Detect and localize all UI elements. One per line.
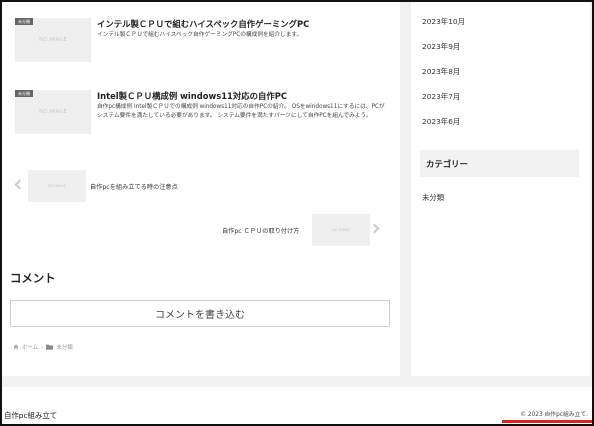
chevron-right-icon	[369, 223, 380, 234]
write-comment-button[interactable]: コメントを書き込む	[10, 300, 390, 327]
category-badge: 未分類	[15, 18, 33, 25]
archive-link[interactable]: 2023年8月	[422, 66, 582, 91]
comments-heading: コメント	[10, 271, 56, 285]
home-icon	[13, 344, 19, 350]
thumbnail-placeholder-text: NO IMAGE	[48, 184, 66, 188]
copyright-text: © 2023 自作pc組み立て.	[520, 412, 588, 418]
archive-link[interactable]: 2023年10月	[422, 16, 582, 41]
footer-site-name[interactable]: 自作pc組み立て	[4, 410, 57, 421]
prev-post-thumbnail: NO IMAGE	[28, 170, 86, 202]
next-post-thumbnail: NO IMAGE	[312, 214, 370, 246]
next-post-title[interactable]: 自作pc ＣＰＵの取り付け方	[222, 226, 299, 235]
archive-link[interactable]: 2023年9月	[422, 41, 582, 66]
breadcrumb-home[interactable]: ホーム	[22, 343, 38, 351]
thumbnail-placeholder-text: NO IMAGE	[39, 37, 67, 43]
prev-post-link[interactable]: NO IMAGE 自作pcを組み立てる時の注意点	[12, 170, 252, 202]
chevron-left-icon	[14, 179, 25, 190]
post-card[interactable]: NO IMAGE 未分類 Intel製ＣＰＵ構成例 windows11対応の自作…	[15, 90, 395, 136]
category-link[interactable]: 未分類	[422, 192, 444, 203]
main-content: NO IMAGE 未分類 インテル製ＣＰＵで組むハイスペック自作ゲーミングPC …	[2, 2, 400, 376]
post-excerpt: インテル製ＣＰＵで組むハイスペック自作ゲーミングPCの構成例を紹介します。	[97, 32, 303, 38]
post-title[interactable]: Intel製ＣＰＵ構成例 windows11対応の自作PC	[97, 90, 393, 102]
thumbnail-placeholder-text: NO IMAGE	[332, 228, 350, 232]
footer: 自作pc組み立て © 2023 自作pc組み立て.	[2, 387, 592, 424]
write-comment-label: コメントを書き込む	[155, 310, 245, 321]
thumbnail-placeholder-text: NO IMAGE	[39, 109, 67, 115]
post-excerpt: 自作pc構成例 Intel製ＣＰＵでの構成例 windows11対応の自作PCの…	[97, 104, 385, 119]
breadcrumb-separator: ›	[41, 343, 44, 351]
archive-list: 2023年10月 2023年9月 2023年8月 2023年7月 2023年6月	[422, 16, 582, 141]
post-card[interactable]: NO IMAGE 未分類 インテル製ＣＰＵで組むハイスペック自作ゲーミングPC …	[15, 18, 395, 64]
breadcrumb: ホーム › 未分類	[13, 343, 73, 351]
sidebar: 2023年10月 2023年9月 2023年8月 2023年7月 2023年6月…	[411, 2, 590, 376]
category-widget-heading: カテゴリー	[420, 150, 579, 177]
folder-icon	[46, 344, 54, 350]
archive-link[interactable]: 2023年7月	[422, 91, 582, 116]
next-post-link[interactable]: 自作pc ＣＰＵの取り付け方 NO IMAGE	[219, 214, 389, 246]
breadcrumb-category[interactable]: 未分類	[56, 343, 72, 351]
archive-link[interactable]: 2023年6月	[422, 116, 582, 141]
accent-underline	[502, 420, 592, 423]
post-title[interactable]: インテル製ＣＰＵで組むハイスペック自作ゲーミングPC	[97, 18, 393, 30]
category-badge: 未分類	[15, 90, 33, 97]
prev-post-title[interactable]: 自作pcを組み立てる時の注意点	[90, 182, 178, 191]
